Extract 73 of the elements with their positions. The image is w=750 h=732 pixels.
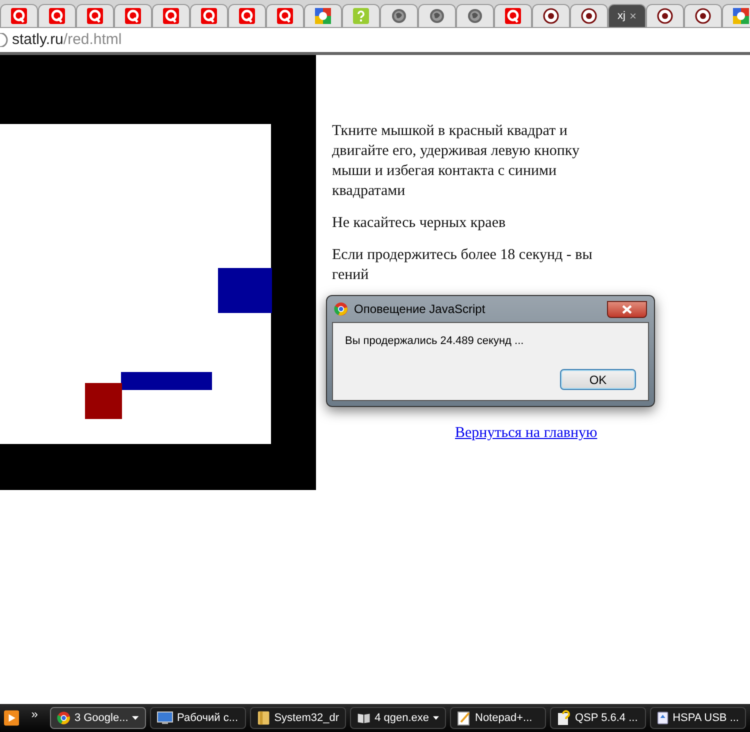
q-logo-icon xyxy=(239,8,255,24)
browser-tab[interactable] xyxy=(722,4,750,28)
browser-tab[interactable] xyxy=(456,4,494,28)
browser-tab[interactable] xyxy=(114,4,152,28)
question-page-icon xyxy=(557,710,571,726)
q-logo-icon xyxy=(163,8,179,24)
taskbar-button[interactable]: 4 qgen.exe xyxy=(350,707,446,729)
book-icon xyxy=(357,711,371,725)
browser-tab[interactable] xyxy=(304,4,342,28)
browser-tab[interactable]: xj × xyxy=(608,4,646,28)
target-icon xyxy=(581,8,597,24)
caret-icon xyxy=(433,716,439,720)
alert-message: Вы продержались 24.489 секунд ... xyxy=(345,334,525,349)
browser-tab[interactable] xyxy=(570,4,608,28)
overflow-button[interactable]: » xyxy=(23,705,46,723)
address-field[interactable]: statly.ru/red.html xyxy=(12,28,122,52)
taskbar-label: Рабочий с... xyxy=(177,710,238,726)
browser-tab[interactable] xyxy=(152,4,190,28)
browser-tab[interactable] xyxy=(76,4,114,28)
instruction-text: Ткните мышкой в красный квадрат и двигайте его, удерживая левую кнопку мыши и избегая контакта с синими квадратами xyxy=(332,122,580,201)
ok-button[interactable]: OK xyxy=(560,369,636,390)
taskbar-label: 3 Google... xyxy=(74,710,128,726)
browser-tab[interactable] xyxy=(228,4,266,28)
target-icon xyxy=(543,8,559,24)
target-icon xyxy=(695,8,711,24)
google-icon xyxy=(733,8,749,24)
browser-tab[interactable] xyxy=(494,4,532,28)
google-icon xyxy=(315,8,331,24)
taskbar-label: System32_dr xyxy=(274,710,339,726)
help-icon xyxy=(353,8,369,24)
browser-tab[interactable] xyxy=(0,4,38,28)
chrome-icon xyxy=(57,711,70,725)
browser-tab[interactable] xyxy=(190,4,228,28)
browser-tab[interactable] xyxy=(684,4,722,28)
dialog-title: Оповещение JavaScript xyxy=(354,301,486,318)
folder-icon xyxy=(257,710,270,726)
taskbar-button[interactable]: 3 Google... xyxy=(50,707,146,729)
q-logo-icon xyxy=(277,8,293,24)
taskbar-button[interactable]: HSPA USB ... xyxy=(650,707,746,729)
notepad-icon xyxy=(457,710,471,726)
q-logo-icon xyxy=(505,8,521,24)
close-icon xyxy=(622,304,632,314)
monitor-icon xyxy=(157,711,173,725)
tab-title: xj xyxy=(618,8,626,24)
q-logo-icon xyxy=(11,8,27,24)
taskbar-button[interactable]: Notepad+... xyxy=(450,707,546,729)
q-logo-icon xyxy=(49,8,65,24)
browser-tab[interactable] xyxy=(532,4,570,28)
taskbar-button[interactable]: Рабочий с... xyxy=(150,707,246,729)
media-player-icon[interactable] xyxy=(4,710,20,726)
browser-tab[interactable] xyxy=(646,4,684,28)
instruction-text: Если продержитесь более 18 секунд - вы гений xyxy=(332,246,594,285)
q-logo-icon xyxy=(201,8,217,24)
taskbar-label: QSP 5.6.4 ... xyxy=(575,710,638,726)
instruction-text: Не касайтесь черных краев xyxy=(332,214,507,233)
close-button[interactable] xyxy=(607,300,647,318)
caret-icon xyxy=(132,716,139,720)
taskbar-button[interactable]: System32_dr xyxy=(250,707,346,729)
taskbar-label: 4 qgen.exe xyxy=(374,710,430,726)
taskbar-label: HSPA USB ... xyxy=(672,710,739,726)
browser-tab[interactable] xyxy=(38,4,76,28)
target-icon xyxy=(657,8,673,24)
taskbar-button[interactable]: QSP 5.6.4 ... xyxy=(550,707,646,729)
q-logo-icon xyxy=(87,8,103,24)
chrome-icon xyxy=(334,302,348,316)
browser-tab[interactable] xyxy=(266,4,304,28)
browser-tab[interactable] xyxy=(380,4,418,28)
browser-tab[interactable] xyxy=(418,4,456,28)
home-link[interactable]: Вернуться на главную xyxy=(455,423,606,443)
close-tab-button[interactable]: × xyxy=(629,7,636,25)
taskbar-label: Notepad+... xyxy=(475,710,532,726)
q-logo-icon xyxy=(125,8,141,24)
device-icon xyxy=(657,710,669,726)
